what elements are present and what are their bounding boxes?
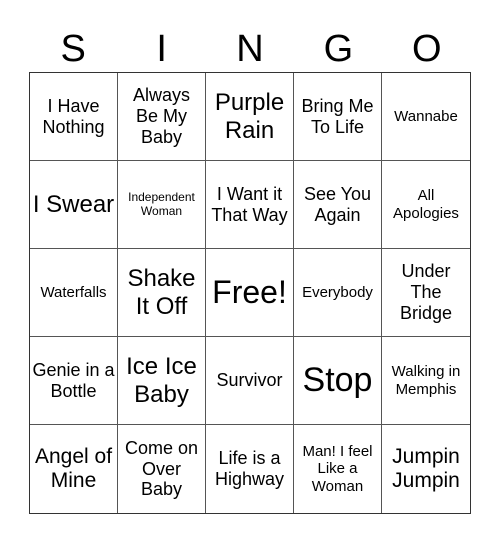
bingo-cell-text: Man! I feel Like a Woman: [302, 443, 373, 495]
bingo-cell-text: Genie in a Bottle: [32, 359, 115, 401]
header-letter-s: S: [60, 28, 86, 70]
bingo-cell-text: I Want it That Way: [211, 183, 288, 225]
bingo-cell[interactable]: Ice Ice Baby: [118, 337, 206, 425]
bingo-cell-text: Wannabe: [394, 107, 458, 125]
bingo-cell-text: I Swear: [32, 190, 115, 218]
bingo-cell[interactable]: Waterfalls: [30, 249, 118, 337]
bingo-cell[interactable]: Stop: [294, 337, 382, 425]
bingo-cell[interactable]: Walking in Memphis: [382, 337, 470, 425]
bingo-cell[interactable]: Purple Rain: [206, 73, 294, 161]
bingo-cell-text: Come on Over Baby: [124, 437, 199, 500]
bingo-cell[interactable]: Angel of Mine: [30, 425, 118, 513]
bingo-cell[interactable]: Jumpin Jumpin: [382, 425, 470, 513]
bingo-cell-text: Shake It Off: [127, 264, 196, 320]
bingo-cell-text: Independent Woman: [128, 189, 195, 218]
bingo-cell[interactable]: Wannabe: [382, 73, 470, 161]
bingo-cell[interactable]: Genie in a Bottle: [30, 337, 118, 425]
bingo-cell-text: Always Be My Baby: [132, 85, 190, 147]
free-space-cell[interactable]: Free!: [206, 249, 294, 337]
bingo-cell-text: Stop: [302, 360, 373, 399]
bingo-cell[interactable]: I Want it That Way: [206, 161, 294, 249]
bingo-card-grid: I Have Nothing Always Be My Baby Purple Ra…: [29, 72, 471, 514]
bingo-cell-text: Under The Bridge: [399, 261, 453, 323]
bingo-cell-text: Bring Me To Life: [301, 95, 374, 137]
bingo-cell-text: Waterfalls: [40, 283, 107, 301]
bingo-cell-text: All Apologies: [393, 187, 459, 222]
bingo-cell-text: Free!: [212, 274, 287, 311]
bingo-cell-text: Purple Rain: [214, 88, 285, 144]
bingo-cell[interactable]: Shake It Off: [118, 249, 206, 337]
bingo-cell[interactable]: Independent Woman: [118, 161, 206, 249]
bingo-cell[interactable]: Everybody: [294, 249, 382, 337]
header-letter-i: I: [156, 28, 167, 70]
header-letter-g: G: [323, 28, 354, 70]
bingo-cell[interactable]: I Swear: [30, 161, 118, 249]
bingo-cell[interactable]: Bring Me To Life: [294, 73, 382, 161]
bingo-cell-text: Walking in Memphis: [391, 363, 461, 398]
bingo-cell[interactable]: I Have Nothing: [30, 73, 118, 161]
bingo-cell-text: I Have Nothing: [42, 95, 105, 137]
bingo-cell[interactable]: Man! I feel Like a Woman: [294, 425, 382, 513]
bingo-cell-text: Everybody: [302, 283, 373, 301]
bingo-cell-text: Ice Ice Baby: [126, 352, 197, 408]
bingo-cell[interactable]: Always Be My Baby: [118, 73, 206, 161]
bingo-cell-text: Life is a Highway: [214, 448, 285, 489]
bingo-cell-text: Angel of Mine: [34, 444, 113, 492]
header-letter-o: O: [412, 28, 442, 70]
bingo-cell-text: Survivor: [216, 370, 283, 391]
bingo-cell[interactable]: Life is a Highway: [206, 425, 294, 513]
bingo-cell-text: See You Again: [303, 183, 372, 225]
bingo-header: S I N G O: [29, 26, 471, 72]
bingo-cell[interactable]: Survivor: [206, 337, 294, 425]
bingo-cell[interactable]: See You Again: [294, 161, 382, 249]
header-letter-n: N: [236, 28, 264, 70]
bingo-cell[interactable]: Come on Over Baby: [118, 425, 206, 513]
bingo-cell[interactable]: All Apologies: [382, 161, 470, 249]
bingo-cell[interactable]: Under The Bridge: [382, 249, 470, 337]
bingo-cell-text: Jumpin Jumpin: [392, 444, 460, 492]
